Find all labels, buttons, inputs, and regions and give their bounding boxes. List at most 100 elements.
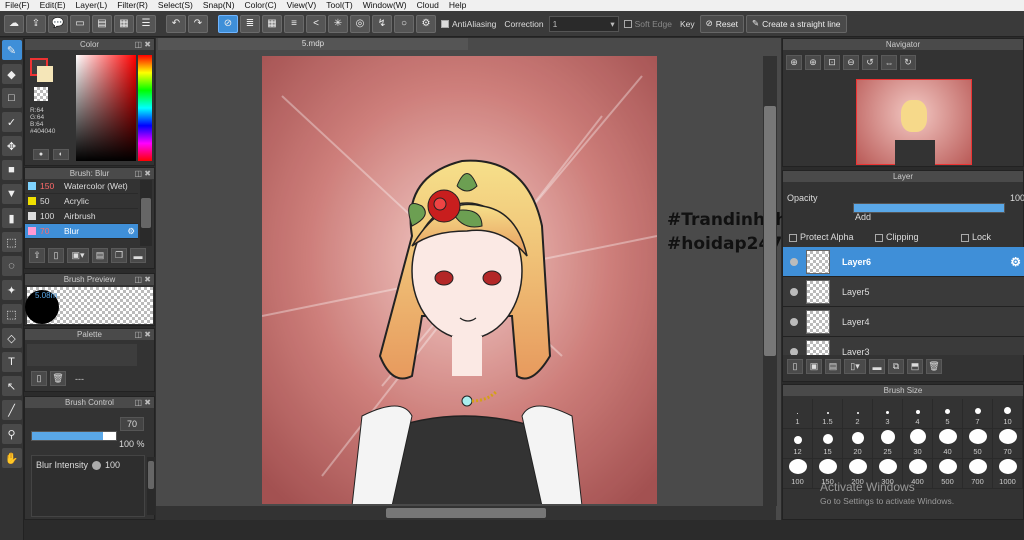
straight-line-button[interactable]: ✎ Create a straight line bbox=[745, 14, 847, 33]
comment-icon[interactable]: 💬 bbox=[48, 14, 68, 33]
gear-icon[interactable]: ⚙ bbox=[1010, 255, 1021, 269]
radial-snap-icon[interactable]: ✳ bbox=[328, 14, 348, 33]
brush-size-preset[interactable]: 15 bbox=[813, 429, 843, 459]
list-icon[interactable]: ☰ bbox=[136, 14, 156, 33]
hand-tool-icon[interactable]: ✋ bbox=[1, 448, 22, 468]
no-snap-icon[interactable]: ⊘ bbox=[218, 14, 238, 33]
zoom-out-icon[interactable]: ⊖ bbox=[843, 55, 859, 70]
move-tool-icon[interactable]: ✥ bbox=[1, 136, 22, 156]
brush-list-scrollbar[interactable] bbox=[140, 180, 152, 246]
brush-item-watercolor[interactable]: 150 Watercolor (Wet) bbox=[25, 179, 138, 194]
merge-down-icon[interactable]: ⧉ bbox=[888, 359, 904, 374]
undo-icon[interactable]: ↶ bbox=[166, 14, 186, 33]
delete-layer-icon[interactable]: 🗑 bbox=[926, 359, 942, 374]
brush-size-preset[interactable]: 4 bbox=[903, 399, 933, 429]
select-pen-icon[interactable]: ⬚ bbox=[1, 304, 22, 324]
menu-help[interactable]: Help bbox=[444, 0, 471, 11]
layer-row[interactable]: Layer6 ⚙ bbox=[783, 247, 1024, 277]
new-layer-type-icon[interactable]: ▣ bbox=[806, 359, 822, 374]
document-icon[interactable]: ▤ bbox=[92, 14, 112, 33]
magic-wand-icon[interactable]: ✦ bbox=[1, 280, 22, 300]
brush-copy-icon[interactable]: ❐ bbox=[111, 248, 127, 263]
brush-size-preset[interactable]: 70 bbox=[993, 429, 1023, 459]
curve-tool-icon[interactable]: ✓ bbox=[1, 112, 22, 132]
blend-add-label[interactable]: Add bbox=[855, 212, 871, 222]
zoom-actual-icon[interactable]: ⊡ bbox=[824, 55, 840, 70]
document-tab[interactable]: 5.mdp bbox=[158, 38, 468, 50]
brush-size-preset[interactable]: 1 bbox=[783, 399, 813, 429]
brush-size-preset[interactable]: 12 bbox=[783, 429, 813, 459]
eye-icon[interactable] bbox=[790, 257, 798, 266]
select-tool-icon[interactable]: ⬚ bbox=[1, 232, 22, 252]
palette-delete-icon[interactable]: 🗑 bbox=[50, 371, 66, 386]
brush-item-airbrush[interactable]: 100 Airbrush bbox=[25, 209, 138, 224]
brush-item-acrylic[interactable]: 50 Acrylic bbox=[25, 194, 138, 209]
brush-size-preset[interactable]: 30 bbox=[903, 429, 933, 459]
zoom-in-icon[interactable]: ⊕ bbox=[805, 55, 821, 70]
gear-icon[interactable]: ⚙ bbox=[127, 226, 135, 237]
palette-swatches[interactable] bbox=[27, 344, 137, 366]
export-icon[interactable]: ⇪ bbox=[26, 14, 46, 33]
menu-tool[interactable]: Tool(T) bbox=[321, 0, 357, 11]
eye-icon[interactable] bbox=[790, 347, 798, 355]
operation-tool-icon[interactable]: ↖ bbox=[1, 376, 22, 396]
select-eraser-icon[interactable]: ◇ bbox=[1, 328, 22, 348]
menu-cloud[interactable]: Cloud bbox=[412, 0, 444, 11]
zoom-fit-icon[interactable]: ⊕ bbox=[786, 55, 802, 70]
panel-close-icon[interactable]: ◫ ✖ bbox=[135, 168, 151, 179]
lock-checkbox[interactable] bbox=[961, 233, 969, 242]
brush-add-icon[interactable]: ▣▾ bbox=[67, 248, 89, 263]
redo-icon[interactable]: ↷ bbox=[188, 14, 208, 33]
brush-item-blur[interactable]: 70 Blur ⚙ bbox=[25, 224, 138, 239]
text-tool-icon[interactable]: T bbox=[1, 352, 22, 372]
layer-row[interactable]: Layer5 bbox=[783, 277, 1024, 307]
window-icon[interactable]: ▭ bbox=[70, 14, 90, 33]
canvas-vertical-scrollbar[interactable] bbox=[763, 56, 777, 506]
menu-edit[interactable]: Edit(E) bbox=[35, 0, 71, 11]
clipping-checkbox[interactable] bbox=[875, 233, 883, 242]
brush-size-preset[interactable]: 1.5 bbox=[813, 399, 843, 429]
merge-icon[interactable]: ⬒ bbox=[907, 359, 923, 374]
panel-close-icon[interactable]: ◫ ✖ bbox=[135, 39, 151, 50]
divide-tool-icon[interactable]: ╱ bbox=[1, 400, 22, 420]
brush-upload-icon[interactable]: ⇧ bbox=[29, 248, 45, 263]
brush-size-preset[interactable]: 3 bbox=[873, 399, 903, 429]
folder-icon[interactable]: ▬ bbox=[869, 359, 885, 374]
antialiasing-checkbox[interactable] bbox=[441, 20, 449, 29]
layer-opacity-slider[interactable] bbox=[853, 203, 1005, 213]
page-icon[interactable]: ▦ bbox=[114, 14, 134, 33]
rotate-left-icon[interactable]: ↺ bbox=[862, 55, 878, 70]
add-layer-menu-icon[interactable]: ▯▾ bbox=[844, 359, 866, 374]
brush-new-icon[interactable]: ▯ bbox=[48, 248, 64, 263]
brush-size-preset[interactable]: 25 bbox=[873, 429, 903, 459]
brush-folder-icon[interactable]: ▬ bbox=[130, 248, 146, 263]
gradient-tool-icon[interactable]: ▮ bbox=[1, 208, 22, 228]
panel-close-icon[interactable]: ◫ ✖ bbox=[135, 274, 151, 285]
brush-size-preset[interactable]: 100 bbox=[783, 459, 813, 489]
curve-snap-icon[interactable]: ↯ bbox=[372, 14, 392, 33]
eyedropper-tool-icon[interactable]: ⚲ bbox=[1, 424, 22, 444]
parallel-snap-icon[interactable]: ≣ bbox=[240, 14, 260, 33]
brush-size-preset[interactable]: 700 bbox=[963, 459, 993, 489]
brush-size-preset[interactable]: 1000 bbox=[993, 459, 1023, 489]
artwork-canvas[interactable] bbox=[262, 56, 657, 504]
canvas-horizontal-scrollbar[interactable] bbox=[156, 506, 776, 520]
dot-tool-icon[interactable]: □ bbox=[1, 88, 22, 108]
lasso-tool-icon[interactable]: ◌ bbox=[1, 256, 22, 276]
color-picker-button[interactable]: ◐ bbox=[53, 149, 69, 160]
panel-close-icon[interactable]: ◫ ✖ bbox=[135, 329, 151, 340]
new-layer-icon[interactable]: ▯ bbox=[787, 359, 803, 374]
layer-row[interactable]: Layer4 bbox=[783, 307, 1024, 337]
transparent-color-swatch[interactable] bbox=[34, 87, 48, 101]
brush-control-scrollbar[interactable] bbox=[147, 457, 155, 515]
bucket-tool-icon[interactable]: ▼ bbox=[1, 184, 22, 204]
rectangle-tool-icon[interactable]: ■ bbox=[1, 160, 22, 180]
menu-color[interactable]: Color(C) bbox=[240, 0, 282, 11]
rotate-right-icon[interactable]: ↻ bbox=[900, 55, 916, 70]
grid-snap-icon[interactable]: ▦ bbox=[262, 14, 282, 33]
brush-size-value[interactable]: 70 bbox=[120, 417, 144, 431]
brush-tool-icon[interactable]: ✎ bbox=[1, 40, 22, 60]
vanishing-point-icon[interactable]: < bbox=[306, 14, 326, 33]
menu-snap[interactable]: Snap(N) bbox=[198, 0, 240, 11]
eraser-tool-icon[interactable]: ◆ bbox=[1, 64, 22, 84]
